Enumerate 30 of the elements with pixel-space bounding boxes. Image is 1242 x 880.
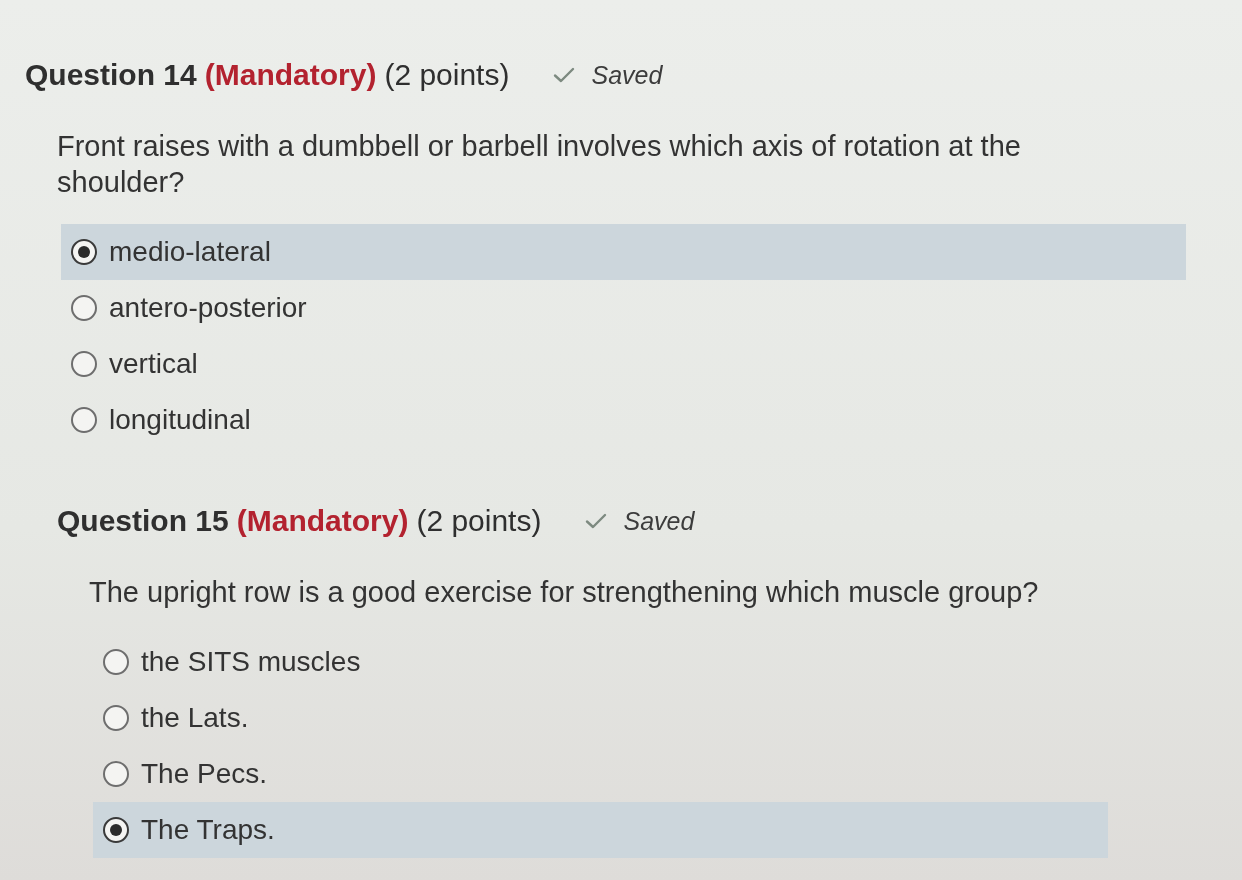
saved-status: Saved [623,506,695,537]
answer-label[interactable]: medio-lateral [109,236,271,268]
radio-button[interactable] [103,705,129,731]
answer-label[interactable]: the SITS muscles [141,646,361,678]
points-label: (2 points) [416,503,542,539]
answer-label[interactable]: antero-posterior [109,292,307,324]
check-icon [553,67,576,83]
answer-label[interactable]: The Pecs. [141,758,268,790]
check-icon [585,513,608,529]
radio-button[interactable] [103,761,129,787]
radio-button[interactable] [103,649,129,675]
answer-label[interactable]: The Traps. [141,814,275,846]
radio-button[interactable] [103,817,129,843]
mandatory-label: (Mandatory) [204,57,377,93]
question-text: Front raises with a dumbbell or barbell involves which axis of rotation at the shoulder? [57,129,1022,200]
saved-status: Saved [591,60,663,91]
question-text: The upright row is a good exercise for strengthening which muscle group? [89,575,1040,610]
radio-button[interactable] [71,239,97,265]
radio-button[interactable] [71,351,97,377]
question-number: Question 15 [57,503,229,539]
answer-label[interactable]: longitudinal [109,404,251,436]
points-label: (2 points) [384,57,510,93]
selected-answer-row[interactable]: medio-lateral [61,224,1186,280]
radio-button[interactable] [71,295,97,321]
answer-label[interactable]: vertical [109,348,198,380]
answer-label[interactable]: the Lats. [141,702,249,734]
question-number: Question 14 [25,57,197,93]
selected-answer-row[interactable]: The Traps. [93,802,1108,858]
mandatory-label: (Mandatory) [236,503,409,539]
radio-button[interactable] [71,407,97,433]
